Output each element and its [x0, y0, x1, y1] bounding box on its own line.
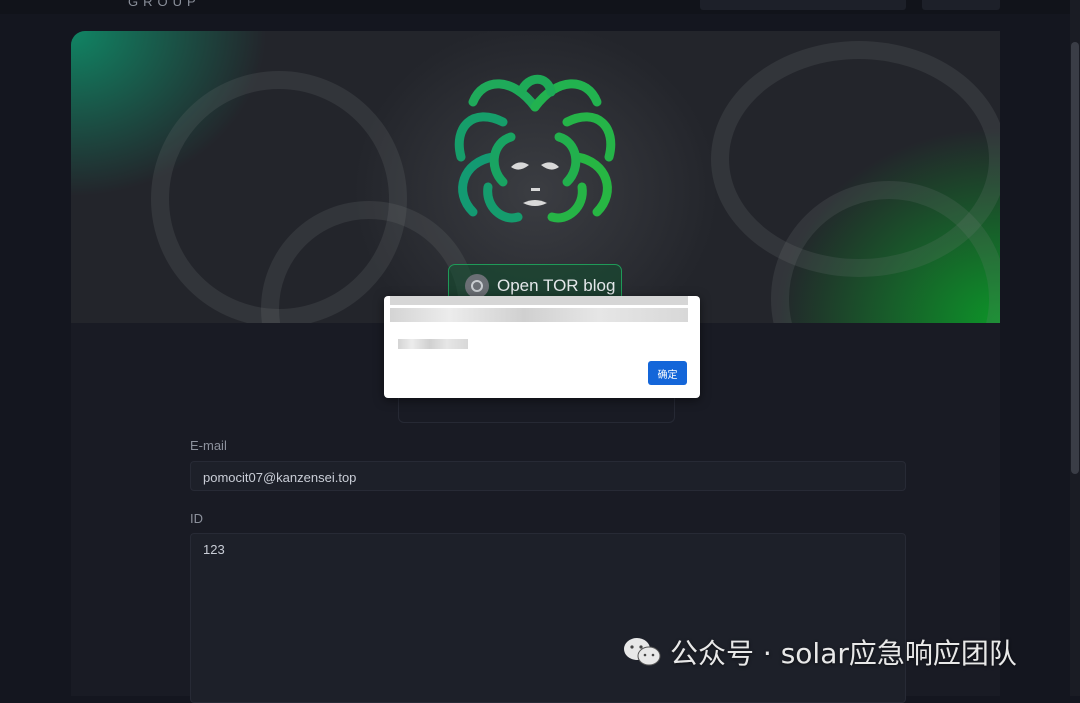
scrollbar-track[interactable]: [1070, 0, 1080, 696]
alert-dialog: 确定: [384, 296, 700, 398]
brand-subtitle: GROUP: [128, 0, 201, 9]
email-label: E-mail: [190, 438, 227, 453]
id-textarea[interactable]: 123: [190, 533, 906, 703]
hidden-input-box[interactable]: [398, 395, 675, 423]
dialog-url-blurred: [390, 308, 688, 322]
nav-button-secondary[interactable]: [922, 0, 1000, 10]
dialog-ok-button[interactable]: 确定: [648, 361, 687, 385]
medusa-logo-icon: [454, 74, 616, 223]
id-label: ID: [190, 511, 203, 526]
dialog-message-blurred: [398, 339, 468, 349]
watermark-text: 公众号 · solar应急响应团队: [670, 637, 1017, 670]
tor-button-label: Open TOR blog: [497, 276, 616, 295]
wechat-watermark: 公众号 · solar应急响应团队: [622, 632, 1017, 672]
wechat-icon: [624, 638, 661, 666]
dialog-title-blurred: [390, 296, 688, 305]
scrollbar-thumb[interactable]: [1071, 42, 1079, 474]
email-field[interactable]: pomocit07@kanzensei.top: [190, 461, 906, 491]
tor-onion-icon: [465, 274, 489, 298]
nav-button[interactable]: [700, 0, 906, 10]
